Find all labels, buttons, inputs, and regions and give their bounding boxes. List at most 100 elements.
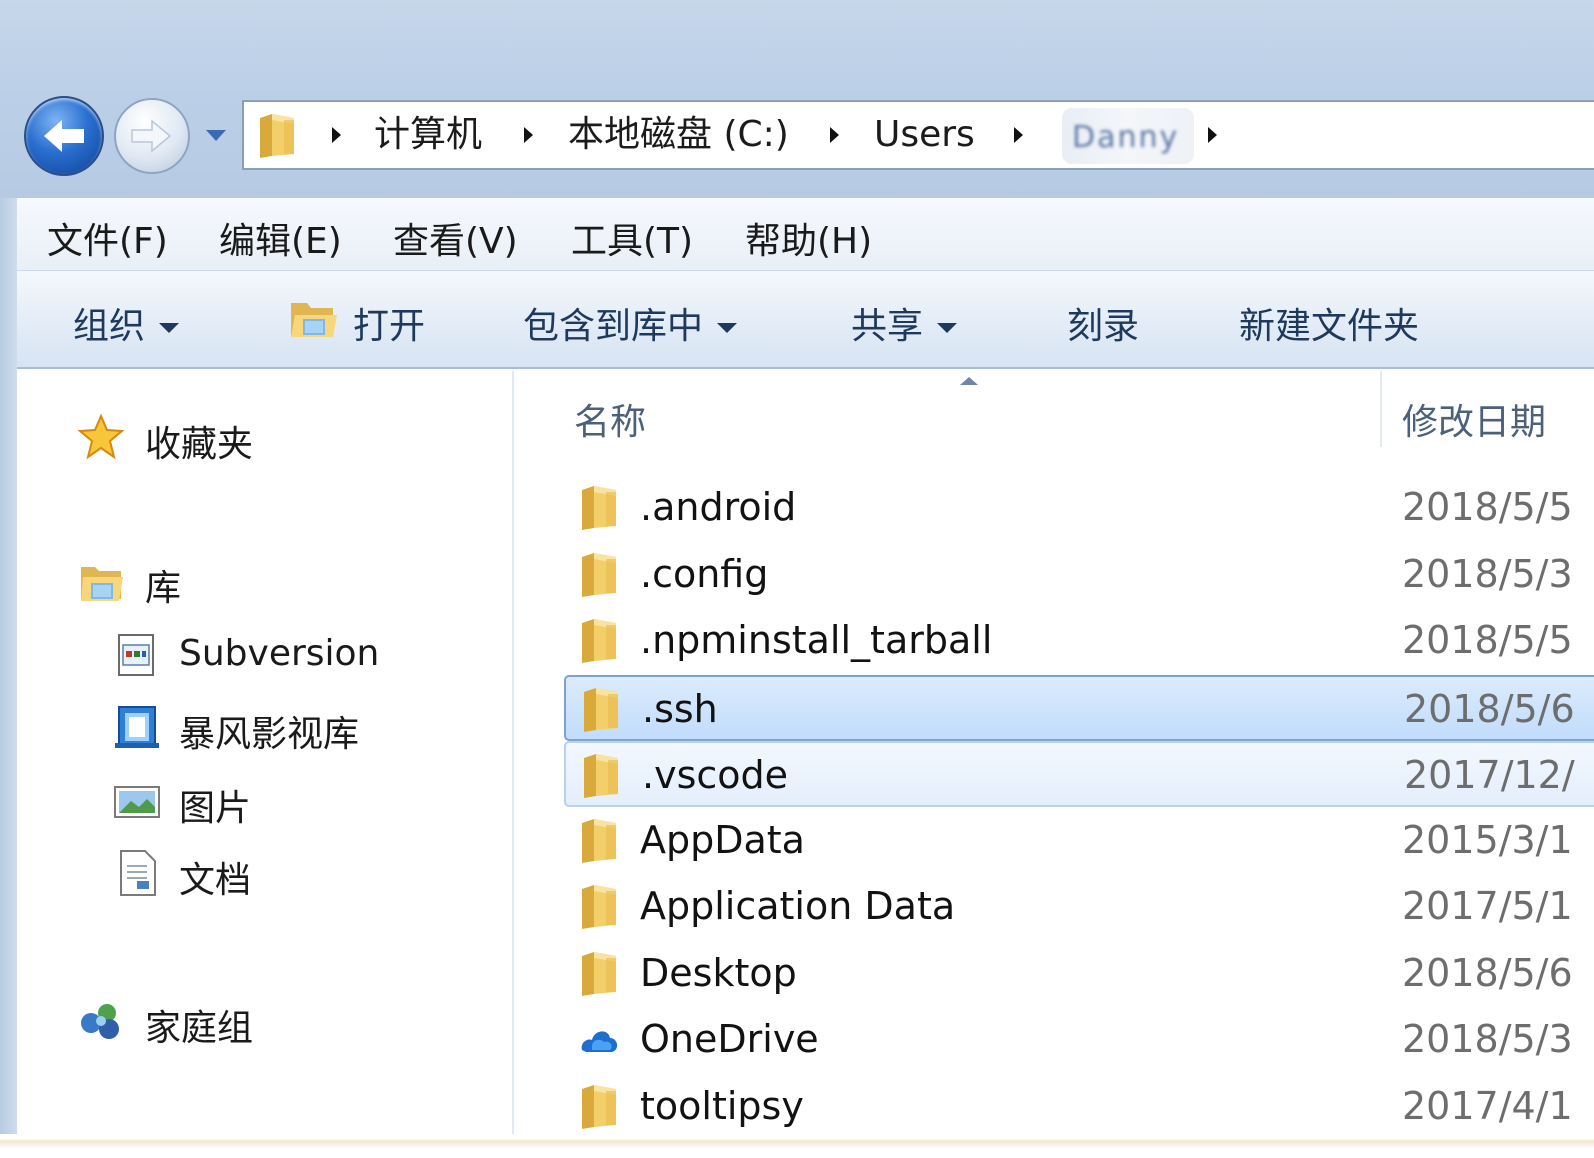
nav-library-video-label: 暴风影视库 bbox=[179, 714, 360, 755]
file-name: AppData bbox=[640, 817, 805, 862]
file-name: tooltipsy bbox=[640, 1083, 804, 1128]
open-folder-icon bbox=[291, 303, 337, 337]
recent-pages-dropdown-icon[interactable] bbox=[202, 126, 230, 146]
folder-icon bbox=[582, 1084, 616, 1129]
file-row[interactable]: .vscode 2017/12/ bbox=[564, 741, 1594, 807]
folder-icon bbox=[582, 885, 616, 929]
file-name: .ssh bbox=[642, 686, 718, 731]
organize-button[interactable]: 组织 bbox=[73, 297, 180, 349]
window-frame-left bbox=[0, 198, 17, 1158]
new-folder-button[interactable]: 新建文件夹 bbox=[1239, 297, 1419, 349]
window-bottom-edge bbox=[0, 1134, 1594, 1158]
onedrive-icon bbox=[581, 1031, 618, 1052]
column-divider[interactable] bbox=[1380, 371, 1382, 447]
breadcrumb-separator-icon[interactable] bbox=[830, 127, 839, 143]
file-name: OneDrive bbox=[640, 1017, 819, 1061]
breadcrumb-user-label: Danny bbox=[1072, 120, 1180, 155]
folder-icon bbox=[584, 754, 618, 798]
menu-view[interactable]: 查看(V) bbox=[393, 212, 518, 264]
include-in-library-button[interactable]: 包含到库中 bbox=[523, 297, 738, 349]
chevron-down-icon bbox=[159, 323, 180, 333]
star-icon bbox=[77, 413, 125, 460]
homegroup-icon bbox=[81, 1004, 119, 1039]
menu-file[interactable]: 文件(F) bbox=[47, 212, 168, 264]
breadcrumb-separator-icon[interactable] bbox=[1208, 127, 1217, 143]
video-library-icon bbox=[115, 706, 159, 748]
file-row[interactable]: .ssh 2018/5/6 bbox=[564, 674, 1594, 741]
file-row[interactable]: .npminstall_tarball 2018/5/5 bbox=[564, 608, 1594, 674]
folder-icon bbox=[582, 818, 616, 863]
file-date-modified: 2017/5/1 bbox=[1402, 884, 1573, 928]
file-row[interactable]: Desktop 2018/5/6 bbox=[564, 941, 1594, 1007]
file-date-modified: 2017/12/ bbox=[1404, 753, 1575, 797]
back-arrow-icon bbox=[44, 120, 84, 152]
nav-favorites-label: 收藏夹 bbox=[145, 424, 254, 465]
sort-ascending-icon bbox=[960, 377, 978, 385]
command-toolbar: 组织 打开 包含到库中 共享 刻录 新建文件夹 bbox=[17, 271, 1594, 369]
breadcrumb-user[interactable]: Danny bbox=[1062, 108, 1194, 164]
chevron-down-icon bbox=[937, 323, 958, 333]
file-name: .npminstall_tarball bbox=[640, 618, 993, 662]
menu-bar: 文件(F) 编辑(E) 查看(V) 工具(T) 帮助(H) bbox=[17, 198, 1594, 271]
file-date-modified: 2018/5/3 bbox=[1402, 1017, 1573, 1061]
navigation-pane: 收藏夹 库 Subversion 暴风影视库 图片 文档 家庭组 bbox=[17, 371, 514, 1158]
breadcrumb-separator-icon[interactable] bbox=[524, 127, 533, 143]
column-header-date-modified[interactable]: 修改日期 bbox=[1402, 393, 1546, 445]
breadcrumb-users[interactable]: Users bbox=[874, 102, 975, 168]
forward-arrow-icon bbox=[131, 119, 172, 153]
share-label: 共享 bbox=[851, 306, 924, 347]
forward-button[interactable] bbox=[114, 98, 190, 174]
nav-library-pictures-label: 图片 bbox=[179, 788, 252, 829]
folder-icon bbox=[582, 552, 616, 597]
nav-library-subversion-label: Subversion bbox=[179, 633, 380, 674]
file-name: .android bbox=[640, 485, 797, 529]
nav-homegroup-label: 家庭组 bbox=[145, 1008, 254, 1049]
address-bar[interactable]: 计算机 本地磁盘 (C:) Users Danny bbox=[242, 100, 1594, 170]
file-row[interactable]: AppData 2015/3/1 bbox=[564, 808, 1594, 874]
nav-library-documents-label: 文档 bbox=[179, 860, 252, 901]
file-name: .vscode bbox=[642, 753, 789, 797]
include-in-library-label: 包含到库中 bbox=[523, 306, 704, 347]
file-date-modified: 2017/4/1 bbox=[1402, 1083, 1573, 1128]
menu-tools[interactable]: 工具(T) bbox=[571, 212, 693, 264]
folder-icon bbox=[584, 687, 618, 732]
library-icon bbox=[81, 567, 123, 601]
open-button[interactable]: 打开 bbox=[353, 297, 425, 349]
breadcrumb-separator-icon[interactable] bbox=[1014, 127, 1023, 143]
back-button[interactable] bbox=[24, 96, 104, 176]
breadcrumb-local-disk[interactable]: 本地磁盘 (C:) bbox=[568, 102, 789, 168]
document-code-icon bbox=[118, 634, 154, 676]
chevron-down-icon bbox=[717, 323, 738, 333]
file-row[interactable]: OneDrive 2018/5/3 bbox=[564, 1007, 1594, 1073]
file-date-modified: 2018/5/5 bbox=[1402, 485, 1573, 529]
file-date-modified: 2018/5/5 bbox=[1402, 618, 1573, 662]
share-button[interactable]: 共享 bbox=[851, 297, 958, 349]
file-row[interactable]: .config 2018/5/3 bbox=[564, 542, 1594, 608]
file-name: .config bbox=[640, 551, 769, 596]
file-row[interactable]: tooltipsy 2017/4/1 bbox=[564, 1074, 1594, 1140]
folder-icon bbox=[582, 486, 616, 530]
file-name: Application Data bbox=[640, 884, 956, 928]
folder-icon bbox=[582, 619, 616, 663]
breadcrumb-computer[interactable]: 计算机 bbox=[374, 102, 482, 168]
breadcrumb-separator-icon bbox=[332, 127, 341, 143]
organize-label: 组织 bbox=[73, 306, 146, 347]
burn-button[interactable]: 刻录 bbox=[1067, 297, 1139, 349]
file-date-modified: 2018/5/6 bbox=[1404, 686, 1575, 731]
folder-icon bbox=[582, 951, 616, 996]
pictures-icon bbox=[114, 786, 160, 818]
explorer-window: 计算机 本地磁盘 (C:) Users Danny 文件(F) 编辑(E) 查看… bbox=[0, 0, 1594, 1158]
column-header-name[interactable]: 名称 bbox=[574, 393, 646, 445]
file-date-modified: 2018/5/6 bbox=[1402, 950, 1573, 995]
menu-edit[interactable]: 编辑(E) bbox=[219, 212, 342, 264]
file-row[interactable]: .android 2018/5/5 bbox=[564, 475, 1594, 541]
documents-icon bbox=[120, 850, 156, 896]
folder-icon bbox=[260, 114, 294, 158]
file-date-modified: 2018/5/3 bbox=[1402, 551, 1573, 596]
file-date-modified: 2015/3/1 bbox=[1402, 817, 1573, 862]
menu-help[interactable]: 帮助(H) bbox=[745, 212, 872, 264]
nav-libraries-label: 库 bbox=[145, 568, 182, 609]
file-row[interactable]: Application Data 2017/5/1 bbox=[564, 874, 1594, 940]
file-name: Desktop bbox=[640, 950, 797, 995]
file-list-pane: 名称 修改日期 .android 2018/5/5 .config 2018/5/3.… bbox=[516, 371, 1594, 1158]
